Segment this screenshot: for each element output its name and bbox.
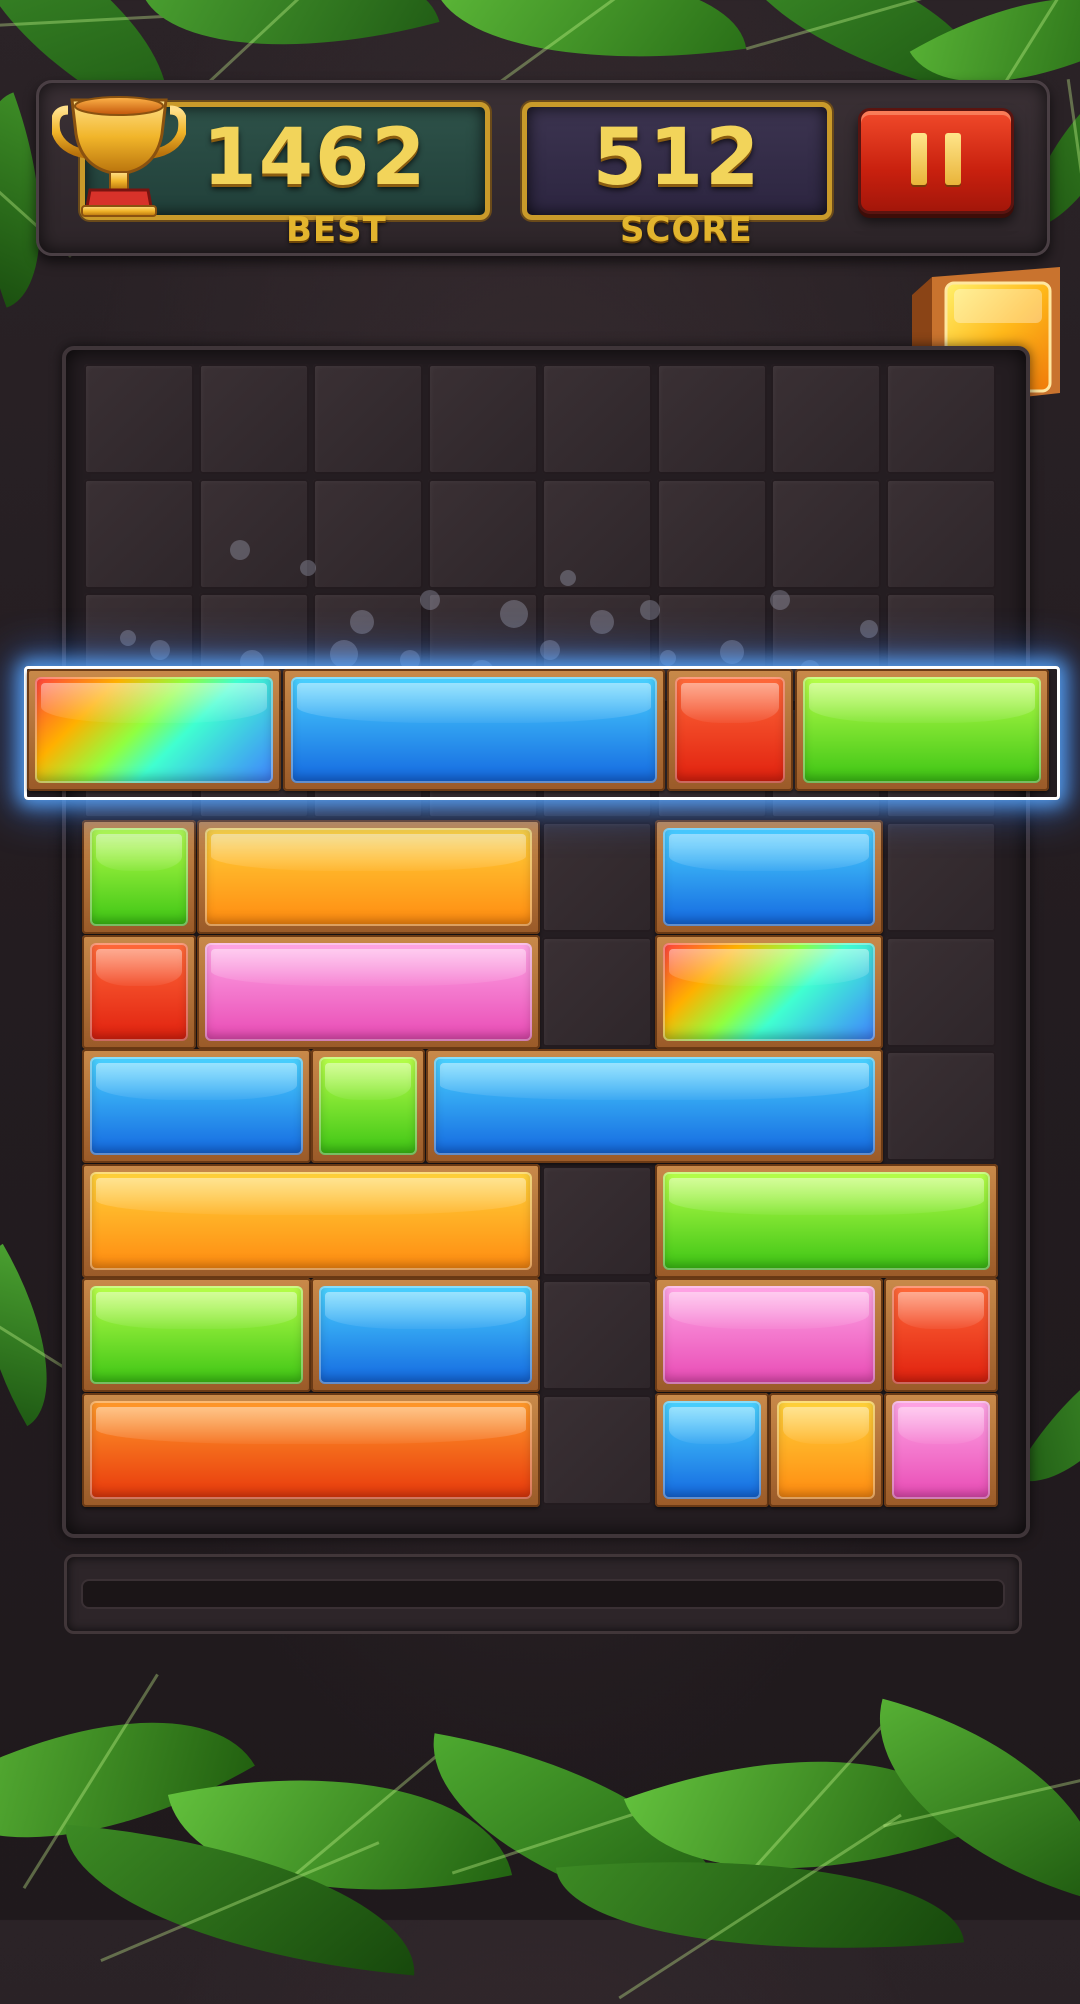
board-cell [885,1051,996,1161]
active-jewel-block[interactable] [795,669,1049,791]
jewel-block[interactable] [654,1163,998,1278]
jewel-pink [891,1400,990,1499]
sparkle [660,650,676,666]
jewel-blue [291,677,657,783]
sparkle [330,640,358,668]
sparkle [640,600,660,620]
jewel-block[interactable] [311,1278,540,1392]
jewel-red [90,942,188,1041]
jewel-green [319,1057,417,1155]
jewel-block[interactable] [82,1392,540,1507]
board-cell [427,478,538,589]
jewel-block[interactable] [654,820,883,934]
board-cell [656,478,767,589]
board-cell [313,364,423,474]
active-jewel-block[interactable] [27,669,281,791]
sparkle [120,630,136,646]
sparkle [770,590,790,610]
jewel-block[interactable] [654,1278,883,1392]
jewel-pink [204,942,532,1041]
jewel-pink [662,1286,875,1384]
sparkle [540,640,560,660]
jewel-block[interactable] [654,934,883,1049]
jewel-orange [777,1400,875,1499]
jewel-green [803,677,1041,783]
progress-track [81,1579,1005,1609]
jewel-green [90,1286,303,1384]
jewel-blue [90,1057,303,1155]
board-cell [542,1165,652,1276]
jewel-block[interactable] [82,1163,540,1278]
jewel-block[interactable] [82,1049,311,1163]
jewel-rainbow [35,677,273,783]
jewel-block[interactable] [196,934,540,1049]
board-cell [542,1280,652,1390]
board-cell [885,936,996,1047]
jewel-orange [204,828,532,926]
sparkle [860,620,878,638]
jewel-block[interactable] [82,934,196,1049]
jewel-blue [662,828,875,926]
sparkle [720,640,744,664]
board-cell [198,364,309,474]
active-jewel-block[interactable] [283,669,665,791]
jewel-block[interactable] [82,820,196,934]
trophy-icon [52,96,186,217]
board-cell [542,822,652,932]
score-label: SCORE [620,210,753,250]
current-score-value: 512 [592,113,762,203]
progress-bar [64,1554,1022,1634]
jewel-green [662,1171,990,1270]
jewel-block[interactable] [311,1049,425,1163]
jewel-orange_red [90,1400,532,1499]
sparkle [350,610,374,634]
jewel-blue [319,1286,532,1384]
best-label: BEST [286,210,387,250]
jewel-block[interactable] [82,1278,311,1392]
sparkle [230,540,250,560]
sparkle [420,590,440,610]
pause-button[interactable] [858,108,1014,214]
board-cell [885,364,996,474]
jewel-rainbow [662,942,875,1041]
jewel-block[interactable] [883,1278,998,1392]
board-cell [198,478,309,589]
sparkle [500,600,528,628]
board-cell [542,478,652,589]
jewel-red [675,677,785,783]
current-score-box: 512 [522,102,832,220]
board-cell [84,364,194,474]
board-cell [313,478,423,589]
sparkle [560,570,576,586]
board-cell [84,478,194,589]
active-jewel-block[interactable] [667,669,793,791]
jewel-block[interactable] [425,1049,883,1163]
jewel-block[interactable] [196,820,540,934]
jewel-orange [90,1171,532,1270]
board-cell [542,364,652,474]
board-cell [656,364,767,474]
sparkle [300,560,316,576]
jewel-blue [662,1400,761,1499]
board-cell [771,364,881,474]
jewel-green [90,828,188,926]
board-cell [885,822,996,932]
board-cell [542,1394,652,1505]
sparkle [150,640,170,660]
board-cell [771,478,881,589]
jewel-block[interactable] [654,1392,769,1507]
board-cell [427,364,538,474]
jewel-block[interactable] [769,1392,883,1507]
board-cell [542,936,652,1047]
jewel-block[interactable] [883,1392,998,1507]
board-cell [885,478,996,589]
jewel-red [891,1286,990,1384]
jewel-blue [433,1057,875,1155]
sparkle [590,610,614,634]
